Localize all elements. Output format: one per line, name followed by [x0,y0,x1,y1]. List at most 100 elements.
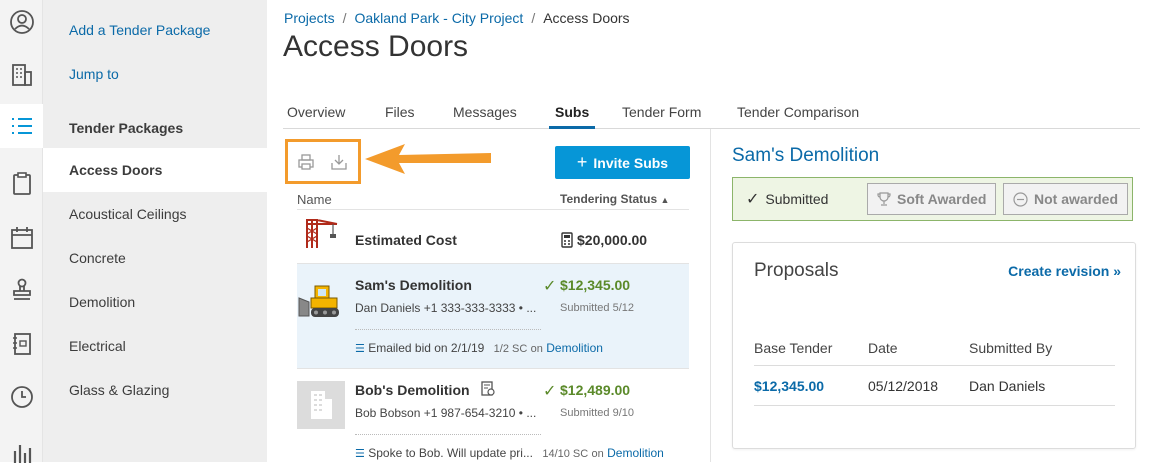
breadcrumb-current: Access Doors [543,10,630,26]
check-icon: ✓ [543,383,557,400]
sidebar-item-demolition[interactable]: Demolition [43,280,267,324]
pane-divider [710,129,711,462]
award-status-bar: ✓ Submitted Soft Awarded Not awarded [732,177,1133,221]
sidebar-item-glass-glazing[interactable]: Glass & Glazing [43,368,267,412]
column-header-tendering-status[interactable]: Tendering Status ▲ [560,192,669,206]
not-awarded-button[interactable]: Not awarded [1003,183,1129,215]
breadcrumb: Projects / Oakland Park - City Project / Acc… [284,10,630,26]
check-icon: ✓ [746,191,760,208]
tab-tender-form[interactable]: Tender Form [622,104,701,120]
sc-count: 1/2 SC [493,343,528,355]
tender-packages-header: Tender Packages [69,120,184,136]
proposal-date: 05/12/2018 [868,378,939,394]
sidebar-item-concrete[interactable]: Concrete [43,236,267,280]
sub-status-date: Submitted 9/10 [560,407,634,419]
sidebar-item-access-doors[interactable]: Access Doors [43,148,267,192]
submitted-label: Submitted [765,191,829,207]
sub-name[interactable]: Bob's Demolition [355,382,470,398]
stamp-icon[interactable] [0,268,43,312]
trade-link[interactable]: Demolition [607,446,664,460]
note-icon: ☰ [355,448,365,460]
sub-name[interactable]: Sam's Demolition [355,277,472,293]
breadcrumb-separator: / [531,10,536,26]
proposal-submitted-by: Dan Daniels [969,378,1046,394]
chart-icon[interactable] [0,428,43,472]
trophy-icon [877,192,891,206]
orange-arrow-annotation [365,144,491,174]
soft-awarded-button[interactable]: Soft Awarded [867,183,997,215]
document-certificate-icon [481,381,495,396]
sub-amount: $12,489.00 [560,382,631,398]
user-icon[interactable] [0,0,43,44]
clipboard-icon[interactable] [0,162,43,206]
estimated-cost-label: Estimated Cost [355,232,457,248]
row-divider [754,405,1115,406]
print-icon[interactable] [297,153,315,171]
add-tender-package-link[interactable]: Add a Tender Package [69,22,210,38]
invite-subs-label: Invite Subs [593,154,669,171]
note-icon: ☰ [355,343,365,355]
sc-count: 14/10 SC [542,448,589,460]
not-awarded-label: Not awarded [1034,191,1119,207]
tender-packages-sidebar: Add a Tender Package Jump to Tender Pack… [43,0,267,462]
proposals-card: Proposals Create revision » Base Tender … [732,242,1136,449]
breadcrumb-separator: / [342,10,347,26]
table-row-estimated-cost[interactable]: Estimated Cost $20,000.00 [297,209,689,263]
sidebar-item-acoustical-ceilings[interactable]: Acoustical Ceilings [43,192,267,236]
building-icon[interactable] [0,53,43,97]
table-row-sams-demolition[interactable]: Sam's Demolition Dan Daniels +1 333-333-… [297,263,689,368]
note-text: Spoke to Bob. Will update pri... [368,446,533,460]
page-title: Access Doors [283,30,469,63]
plus-icon: + [576,152,588,172]
column-header-name[interactable]: Name [297,192,332,207]
header-submitted-by: Submitted By [969,340,1053,356]
breadcrumb-projects[interactable]: Projects [284,10,335,26]
sub-contact: Bob Bobson +1 987-654-3210 • ... [355,406,537,420]
sort-asc-icon: ▲ [660,195,670,205]
trade-link[interactable]: Demolition [546,341,603,355]
invite-subs-button[interactable]: + Invite Subs [555,146,690,179]
detail-title[interactable]: Sam's Demolition [732,145,879,167]
sub-note: ☰ Spoke to Bob. Will update pri... 14/10… [355,446,664,460]
row-separator [355,329,541,330]
check-icon: ✓ [543,278,557,295]
list-icon[interactable] [0,104,43,148]
sub-contact: Dan Daniels +1 333-333-3333 • ... [355,301,537,315]
tab-messages[interactable]: Messages [453,104,517,120]
tab-tender-comparison[interactable]: Tender Comparison [737,104,859,120]
sub-note: ☰ Emailed bid on 2/1/19 1/2 SC on Demoli… [355,341,603,355]
row-separator [355,434,541,435]
bulldozer-icon [298,285,339,317]
clock-icon[interactable] [0,375,43,419]
header-divider [754,365,1115,366]
soft-awarded-label: Soft Awarded [897,191,987,207]
tab-files[interactable]: Files [385,104,415,120]
sidebar-item-electrical[interactable]: Electrical [43,324,267,368]
on-label: on [591,448,604,460]
download-icon[interactable] [330,153,348,171]
building-placeholder-icon [297,381,345,429]
create-revision-link[interactable]: Create revision » [1008,263,1121,279]
sub-amount: $12,345.00 [560,277,631,293]
breadcrumb-project[interactable]: Oakland Park - City Project [354,10,523,26]
tab-overview[interactable]: Overview [287,104,345,120]
calculator-icon [561,232,573,248]
calendar-icon[interactable] [0,216,43,260]
header-date: Date [868,340,898,356]
proposal-base-tender[interactable]: $12,345.00 [754,378,824,394]
note-text: Emailed bid on 2/1/19 [368,341,485,355]
jump-to-link[interactable]: Jump to [69,66,119,82]
sub-status-date: Submitted 5/12 [560,302,634,314]
main-content: Projects / Oakland Park - City Project / Acc… [267,0,1150,462]
header-base-tender: Base Tender [754,340,833,356]
app-icon-rail [0,0,43,463]
tab-subs[interactable]: Subs [548,104,596,129]
estimated-cost-amount: $20,000.00 [577,232,648,248]
tendering-status-label: Tendering Status [560,192,658,206]
minus-circle-icon [1013,191,1028,207]
table-row-bobs-demolition[interactable]: Bob's Demolition Bob Bobson +1 987-654-3… [297,368,689,462]
notebook-icon[interactable] [0,322,43,366]
crane-icon [306,219,338,248]
submitted-status-button[interactable]: ✓ Submitted [737,183,837,215]
tab-bar: Overview Files Messages Subs Tender Form… [283,100,1140,129]
